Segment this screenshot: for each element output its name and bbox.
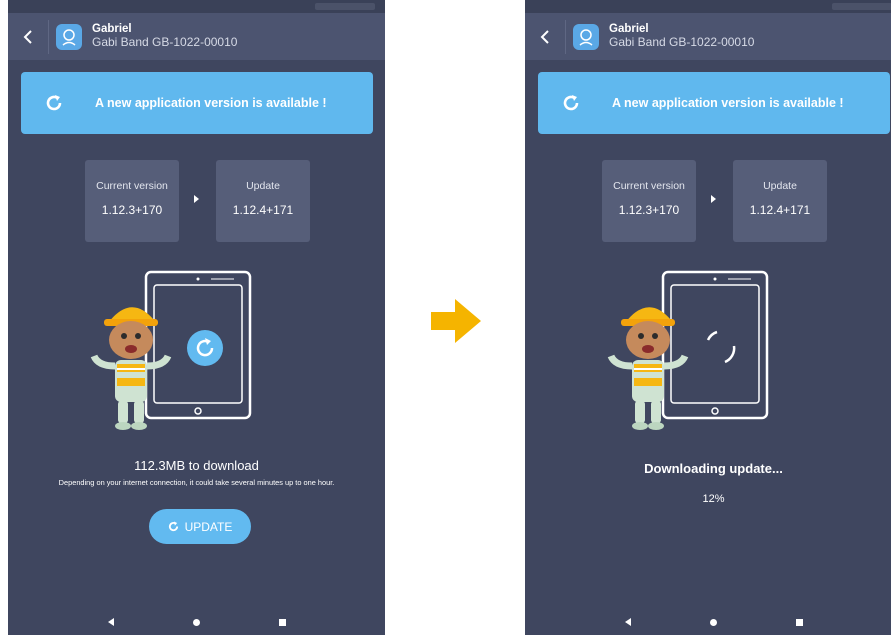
chevron-left-icon <box>23 29 32 44</box>
refresh-icon <box>563 95 579 111</box>
update-available-banner: A new application version is available ! <box>538 72 890 134</box>
screen-before-update: Gabriel Gabi Band GB-1022-00010 A new ap… <box>8 0 385 635</box>
download-size-text: 112.3MB to download <box>134 458 259 473</box>
status-bar <box>8 0 385 13</box>
refresh-icon <box>46 95 62 111</box>
avatar <box>573 23 599 50</box>
current-version-value: 1.12.3+170 <box>618 203 680 217</box>
nav-back-button[interactable] <box>107 618 114 626</box>
update-version-value: 1.12.4+171 <box>232 203 294 217</box>
system-nav-bar <box>8 609 385 635</box>
user-icon <box>62 28 76 46</box>
arrow-right-icon <box>431 299 481 343</box>
update-version-label: Update <box>246 180 280 192</box>
banner-text: A new application version is available ! <box>95 96 327 110</box>
user-icon <box>579 28 593 46</box>
update-version-card: Update 1.12.4+171 <box>733 160 827 242</box>
device-name: Gabi Band GB-1022-00010 <box>609 35 755 50</box>
current-version-card: Current version 1.12.3+170 <box>85 160 179 242</box>
current-version-card: Current version 1.12.3+170 <box>602 160 696 242</box>
system-nav-bar <box>525 609 891 635</box>
nav-recents-button[interactable] <box>278 618 286 626</box>
nav-recents-button[interactable] <box>795 618 803 626</box>
current-version-label: Current version <box>613 180 685 192</box>
app-header: Gabriel Gabi Band GB-1022-00010 <box>8 13 385 60</box>
download-progress-text: 12% <box>702 493 725 505</box>
worker-tablet-illustration <box>607 270 769 430</box>
current-version-label: Current version <box>96 180 168 192</box>
header-divider <box>565 19 566 54</box>
chevron-left-icon <box>540 29 549 44</box>
update-button[interactable]: UPDATE <box>149 509 251 544</box>
refresh-icon <box>168 521 178 532</box>
download-time-note: Depending on your internet connection, i… <box>58 478 335 487</box>
header-divider <box>48 19 49 54</box>
update-button-label: UPDATE <box>184 519 233 534</box>
update-version-card: Update 1.12.4+171 <box>216 160 310 242</box>
banner-text: A new application version is available ! <box>612 96 844 110</box>
update-version-label: Update <box>763 180 797 192</box>
downloading-status: Downloading update... <box>644 461 783 476</box>
back-button[interactable] <box>525 13 565 60</box>
version-arrow-icon <box>194 195 199 203</box>
spinner-icon <box>706 330 736 364</box>
status-bar <box>525 0 891 13</box>
worker-tablet-illustration <box>90 270 252 430</box>
version-arrow-icon <box>711 195 716 203</box>
device-name: Gabi Band GB-1022-00010 <box>92 35 238 50</box>
back-button[interactable] <box>8 13 48 60</box>
current-version-value: 1.12.3+170 <box>101 203 163 217</box>
update-version-value: 1.12.4+171 <box>749 203 811 217</box>
update-available-banner: A new application version is available ! <box>21 72 373 134</box>
nav-home-button[interactable] <box>709 618 717 626</box>
avatar <box>56 23 82 50</box>
nav-home-button[interactable] <box>192 618 200 626</box>
nav-back-button[interactable] <box>624 618 631 626</box>
app-header: Gabriel Gabi Band GB-1022-00010 <box>525 13 891 60</box>
screen-downloading: Gabriel Gabi Band GB-1022-00010 A new ap… <box>525 0 891 635</box>
